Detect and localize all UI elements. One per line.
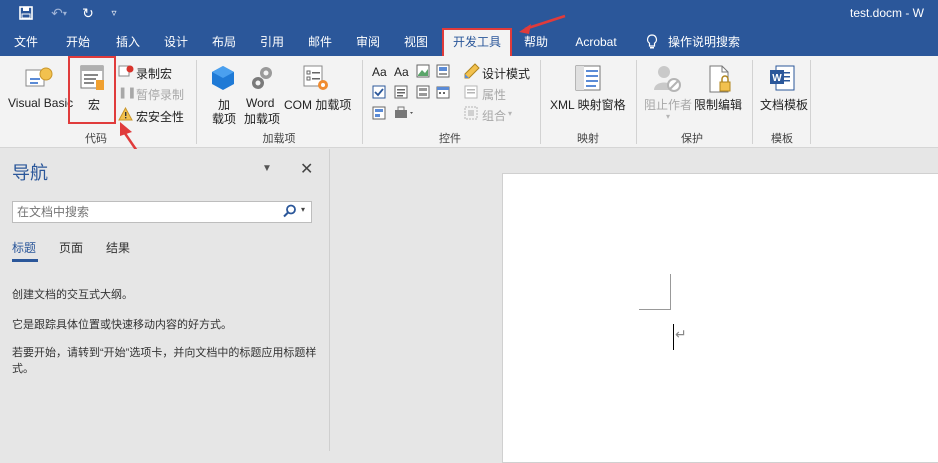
annotation-arrow-icon <box>519 14 566 34</box>
group-separator <box>362 60 363 144</box>
properties-button: 属性 <box>482 88 507 102</box>
svg-text:W: W <box>772 73 782 84</box>
document-template-icon[interactable]: W <box>768 64 796 97</box>
nav-tab-pages[interactable]: 页面 <box>59 239 83 256</box>
restrict-editing-icon[interactable] <box>708 64 732 99</box>
title-bar: ↶ ▾ ↻ ▿ test.docm - W <box>0 0 938 28</box>
tab-developer[interactable]: 开发工具 <box>442 28 512 56</box>
tab-insert[interactable]: 插入 <box>110 28 146 56</box>
group-label-protect: 保护 <box>681 133 703 145</box>
nav-tab-active-indicator <box>12 259 38 262</box>
paragraph-mark-icon: ↵ <box>675 326 687 342</box>
record-macro-icon[interactable] <box>118 64 134 83</box>
xml-mapping-pane-button[interactable]: XML 映射窗格 <box>550 96 626 113</box>
margin-corner-mark <box>639 274 671 310</box>
properties-icon <box>464 85 478 104</box>
tab-review[interactable]: 审阅 <box>350 28 386 56</box>
nav-help-text-2: 它是跟踪具体位置或快速移动内容的好方式。 <box>12 319 232 331</box>
rich-text-control[interactable]: Aa <box>372 65 387 79</box>
redo-icon[interactable]: ↻ <box>78 4 98 22</box>
lightbulb-icon <box>640 28 664 56</box>
date-picker-icon[interactable] <box>436 85 450 104</box>
xml-mapping-icon[interactable] <box>574 64 602 97</box>
combobox-control-icon[interactable] <box>394 85 408 104</box>
nav-search-box: ▾ <box>12 201 312 223</box>
plain-text-control[interactable]: Aa <box>394 65 409 79</box>
addins-button-line2[interactable]: 载项 <box>212 110 236 127</box>
word-addins-icon[interactable] <box>250 64 276 97</box>
undo-icon[interactable]: ↶ ▾ <box>44 4 74 22</box>
com-addins-icon[interactable] <box>302 64 330 97</box>
checkbox-control-icon[interactable] <box>372 85 386 104</box>
repeating-section-icon[interactable] <box>372 106 386 125</box>
pause-recording-button: 暂停录制 <box>136 88 185 102</box>
visual-basic-icon[interactable] <box>24 64 56 97</box>
document-title: test.docm - W <box>850 6 925 20</box>
tab-view[interactable]: 视图 <box>398 28 434 56</box>
navigation-pane: 导航 ▼ ✕ ▾ 标题 页面 结果 创建文档的交互式大纲。 它是跟踪具体位置或快… <box>0 149 330 451</box>
legacy-tools-icon[interactable] <box>394 106 416 125</box>
tab-file[interactable]: 文件 <box>8 28 44 56</box>
document-area: ↵ <box>331 149 938 463</box>
ribbon-tabs: 文件 开始 插入 设计 布局 引用 邮件 审阅 视图 开发工具 帮助 Acrob… <box>0 28 938 56</box>
group-separator <box>636 60 637 144</box>
group-label-templates: 模板 <box>771 133 793 145</box>
text-cursor <box>673 324 674 350</box>
com-addins-button[interactable]: COM 加载项 <box>284 96 351 113</box>
search-icon[interactable] <box>283 204 297 223</box>
picture-control-icon[interactable] <box>416 64 430 83</box>
restrict-editing-button[interactable]: 限制编辑 <box>694 96 742 113</box>
building-block-icon[interactable] <box>436 64 450 83</box>
document-template-button[interactable]: 文档模板 <box>760 96 808 113</box>
pause-icon: ❚❚ <box>118 87 137 99</box>
group-label-code: 代码 <box>85 133 107 145</box>
nav-tab-headings[interactable]: 标题 <box>12 239 36 256</box>
tell-me-search[interactable]: 操作说明搜索 <box>664 28 744 56</box>
design-mode-button[interactable]: 设计模式 <box>482 65 530 82</box>
tab-design[interactable]: 设计 <box>158 28 194 56</box>
block-authors-dropdown-icon: ▾ <box>666 112 671 121</box>
tab-layout[interactable]: 布局 <box>206 28 242 56</box>
nav-tab-results[interactable]: 结果 <box>106 239 130 256</box>
macros-highlight-box <box>68 56 116 124</box>
word-addins-line2[interactable]: 加载项 <box>244 110 280 127</box>
design-mode-icon[interactable] <box>464 63 480 84</box>
customize-qat-icon[interactable]: ▿ <box>106 4 122 22</box>
word-addins-line1[interactable]: Word <box>246 96 274 110</box>
save-icon[interactable] <box>16 4 36 22</box>
tab-home[interactable]: 开始 <box>60 28 96 56</box>
record-macro-button[interactable]: 录制宏 <box>136 65 172 82</box>
document-page[interactable]: ↵ <box>502 173 938 463</box>
visual-basic-button[interactable]: Visual Basic <box>8 96 73 110</box>
group-label-mapping: 映射 <box>577 133 599 145</box>
group-separator <box>810 60 811 144</box>
tab-references[interactable]: 引用 <box>254 28 290 56</box>
nav-title: 导航 <box>12 163 48 183</box>
close-icon[interactable]: ✕ <box>300 159 313 179</box>
block-authors-button: 阻止作者 <box>644 98 693 112</box>
nav-options-icon[interactable]: ▼ <box>262 163 272 174</box>
nav-help-text-1: 创建文档的交互式大纲。 <box>12 289 133 301</box>
group-button: 组合 <box>482 109 507 123</box>
addins-icon[interactable] <box>210 64 236 95</box>
nav-search-input[interactable] <box>13 202 273 222</box>
search-dropdown-icon[interactable]: ▾ <box>301 205 305 214</box>
group-label-addins: 加载项 <box>262 133 296 145</box>
group-separator <box>196 60 197 144</box>
group-icon <box>464 106 478 125</box>
nav-help-text-3: 若要开始，请转到“开始”选项卡，并向文档中的标题应用标题样式。 <box>12 347 317 375</box>
group-separator <box>540 60 541 144</box>
dropdown-control-icon[interactable] <box>416 85 430 104</box>
group-separator <box>752 60 753 144</box>
block-authors-icon <box>652 64 682 99</box>
tab-mailings[interactable]: 邮件 <box>302 28 338 56</box>
group-label-controls: 控件 <box>439 133 461 145</box>
tab-acrobat[interactable]: Acrobat <box>566 28 626 56</box>
group-dropdown-icon: ▾ <box>508 109 513 118</box>
